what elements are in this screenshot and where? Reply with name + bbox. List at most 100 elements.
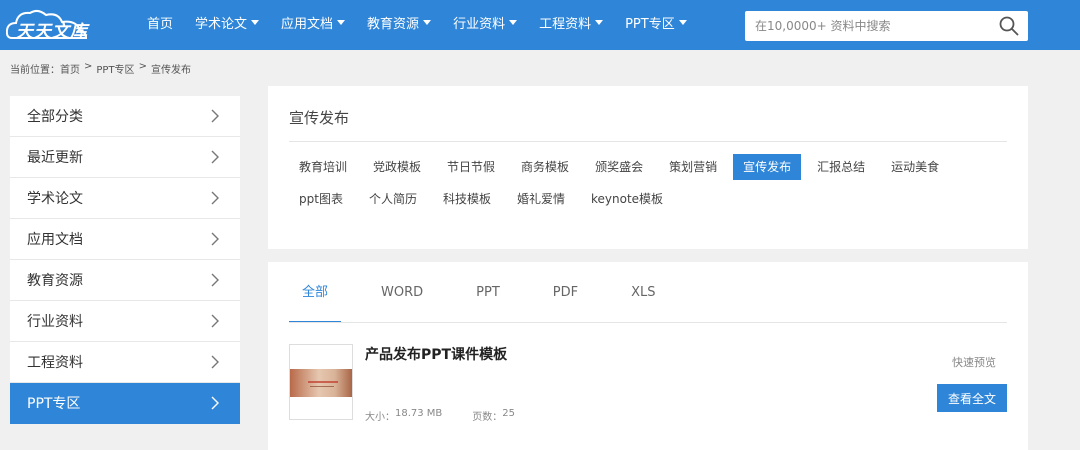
nav-item-4[interactable]: 行业资料 [442, 0, 528, 50]
tag-row: 教育培训 党政模板 节日节假 商务模板 颁奖盛会 策划营销 宣传发布 汇报总结 运动美食 [289, 154, 1009, 182]
search-box [745, 11, 1028, 41]
breadcrumb-prefix: 当前位置： [10, 65, 60, 76]
nav-item-0[interactable]: 首页 [136, 0, 184, 50]
nav-item-label: 教育资源 [367, 17, 420, 32]
search-icon[interactable] [998, 15, 1020, 37]
tab-3[interactable]: PDF [540, 262, 591, 323]
tab-4[interactable]: XLS [618, 262, 668, 323]
thumbnail-decoration [308, 381, 338, 383]
chevron-right-icon [211, 232, 219, 246]
sidebar-item-label: 学术论文 [27, 191, 83, 207]
tag-row: ppt图表 个人简历 科技模板 婚礼爱情 keynote模板 [289, 186, 1009, 214]
pages-value: 25 [502, 408, 516, 419]
sidebar-item-label: 行业资料 [27, 314, 83, 330]
category-sidebar: 全部分类最近更新学术论文应用文档教育资源行业资料工程资料 PPT专区 [10, 96, 240, 424]
divider [289, 322, 1007, 323]
main-nav: 首页 学术论文 应用文档 教育资源 行业资料 工程资料 PPT专区 [136, 0, 698, 50]
logo-text: 天天文库 [16, 22, 88, 42]
tag-item[interactable]: 婚礼爱情 [507, 186, 575, 212]
document-title[interactable]: 产品发布PPT课件模板 [365, 344, 507, 364]
tag-item[interactable]: 教育培训 [289, 154, 357, 180]
nav-item-1[interactable]: 学术论文 [184, 0, 270, 50]
doc-type-tabs: 全部 WORD PPT PDF XLS [289, 262, 696, 323]
sidebar-item-0[interactable]: 全部分类 [10, 96, 240, 137]
subcategory-panel: 宣传发布 教育培训 党政模板 节日节假 商务模板 颁奖盛会 策划营销 宣传发布 汇报总结 运动美… [268, 86, 1028, 249]
thumbnail-decoration [310, 386, 334, 387]
top-header: 天天文库 首页 学术论文 应用文档 教育资源 行业资料 工程资料 PPT专区 [0, 0, 1080, 50]
tag-item[interactable]: 运动美食 [881, 154, 949, 180]
chevron-right-icon [211, 355, 219, 369]
tag-item[interactable]: 个人简历 [359, 186, 427, 212]
tag-item[interactable]: keynote模板 [581, 186, 673, 212]
site-logo[interactable]: 天天文库 [6, 8, 94, 44]
sidebar-item-label: PPT专区 [27, 396, 81, 412]
panel-title: 宣传发布 [289, 109, 350, 127]
nav-item-label: 行业资料 [453, 17, 506, 32]
caret-down-icon [678, 20, 687, 25]
tag-item[interactable]: 商务模板 [511, 154, 579, 180]
caret-down-icon [337, 20, 346, 25]
search-input[interactable] [745, 11, 985, 41]
caret-down-icon [595, 20, 604, 25]
nav-item-label: PPT专区 [625, 17, 675, 32]
nav-item-2[interactable]: 应用文档 [270, 0, 356, 50]
breadcrumb-current: 宣传发布 [150, 65, 191, 76]
caret-down-icon [509, 20, 518, 25]
nav-item-label: 学术论文 [195, 17, 248, 32]
breadcrumb-separator: > [138, 61, 147, 72]
chevron-right-icon [211, 191, 219, 205]
nav-item-label: 首页 [147, 17, 174, 32]
tag-item[interactable]: 科技模板 [433, 186, 501, 212]
sidebar-item-1[interactable]: 最近更新 [10, 137, 240, 178]
nav-item-5[interactable]: 工程资料 [528, 0, 614, 50]
thumbnail-image [290, 369, 352, 397]
size-label: 大小： [365, 412, 395, 423]
sidebar-item-label: 全部分类 [27, 109, 83, 125]
tag-item[interactable]: 汇报总结 [807, 154, 875, 180]
sidebar-item-label: 教育资源 [27, 273, 83, 289]
document-item: 产品发布PPT课件模板 大小： 18.73 MB 页数： 25 快速预览 查看全… [289, 344, 1007, 440]
nav-item-6[interactable]: PPT专区 [614, 0, 698, 50]
sidebar-item-2[interactable]: 学术论文 [10, 178, 240, 219]
quick-preview-link[interactable]: 快速预览 [952, 354, 996, 370]
tag-item[interactable]: 颁奖盛会 [585, 154, 653, 180]
size-value: 18.73 MB [395, 408, 443, 419]
caret-down-icon [251, 20, 260, 25]
chevron-right-icon [211, 150, 219, 164]
nav-item-label: 工程资料 [539, 17, 592, 32]
chevron-right-icon [211, 396, 219, 410]
tab-0[interactable]: 全部 [289, 262, 342, 323]
breadcrumb-ppt[interactable]: PPT专区 [96, 61, 134, 76]
caret-down-icon [423, 20, 432, 25]
breadcrumb-home[interactable]: 首页 [60, 61, 80, 76]
breadcrumb: 当前位置： 首页 > PPT专区 > 宣传发布 [10, 61, 191, 76]
sidebar-item-7[interactable]: PPT专区 [10, 383, 240, 424]
nav-item-3[interactable]: 教育资源 [356, 0, 442, 50]
tag-item[interactable]: 策划营销 [659, 154, 727, 180]
tab-1[interactable]: WORD [368, 262, 436, 323]
document-panel: 全部 WORD PPT PDF XLS 产品发布PPT课件模板 大小： 18.73 MB… [268, 262, 1028, 450]
sidebar-item-5[interactable]: 行业资料 [10, 301, 240, 342]
chevron-right-icon [211, 314, 219, 328]
pages-label: 页数： [472, 412, 503, 423]
sidebar-item-6[interactable]: 工程资料 [10, 342, 240, 383]
breadcrumb-separator: > [84, 61, 93, 72]
tag-item[interactable]: 节日节假 [437, 154, 505, 180]
tab-2[interactable]: PPT [463, 262, 513, 323]
sidebar-item-4[interactable]: 教育资源 [10, 260, 240, 301]
tag-list: 教育培训 党政模板 节日节假 商务模板 颁奖盛会 策划营销 宣传发布 汇报总结 运动美食 ppt图… [289, 154, 1009, 218]
chevron-right-icon [211, 273, 219, 287]
tag-item[interactable]: ppt图表 [289, 186, 353, 212]
document-meta: 大小： 18.73 MB 页数： 25 [365, 408, 515, 423]
document-thumbnail[interactable] [289, 344, 353, 420]
nav-item-label: 应用文档 [281, 17, 334, 32]
sidebar-item-label: 应用文档 [27, 232, 83, 248]
divider [289, 141, 1007, 142]
sidebar-item-label: 最近更新 [27, 150, 83, 166]
sidebar-item-3[interactable]: 应用文档 [10, 219, 240, 260]
sidebar-item-label: 工程资料 [27, 355, 83, 371]
view-full-button[interactable]: 查看全文 [937, 384, 1007, 412]
chevron-right-icon [211, 109, 219, 123]
tag-item[interactable]: 宣传发布 [733, 154, 802, 180]
tag-item[interactable]: 党政模板 [363, 154, 431, 180]
